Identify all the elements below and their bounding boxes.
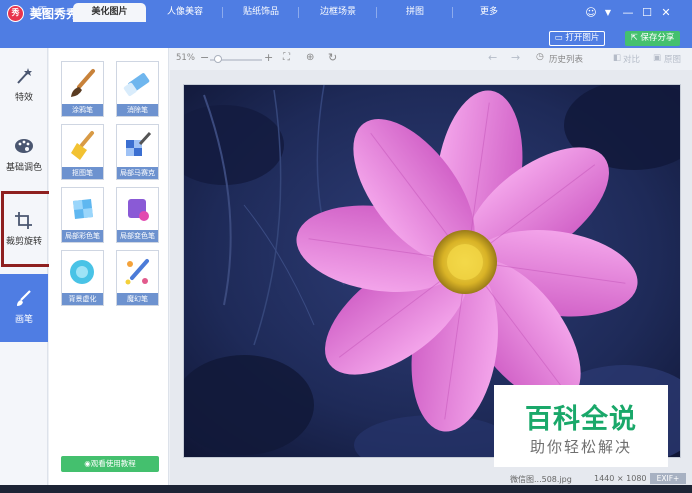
maximize-button[interactable]: ☐ bbox=[639, 5, 655, 21]
compare-icon: ◧ bbox=[613, 53, 622, 63]
history-list-button[interactable]: 历史列表 bbox=[549, 53, 583, 65]
open-image-label: 打开图片 bbox=[565, 33, 600, 43]
tab-divider bbox=[222, 7, 223, 18]
open-image-button[interactable]: ▭ 打开图片 bbox=[549, 31, 605, 46]
paint-brush-icon bbox=[71, 69, 95, 97]
tab-stickers[interactable]: 贴纸饰品 bbox=[226, 3, 296, 22]
sidebar-item-effects[interactable]: 特效 bbox=[0, 52, 48, 116]
canvas-toolbar: 51% − + ⛶ ⊕ ↻ ← → ◷ 历史列表 ◧ 对比 ▣ 原图 bbox=[170, 48, 692, 70]
file-name: 微信图...508.jpg bbox=[510, 475, 572, 484]
tool-local-color-pen[interactable]: 局部彩色笔 bbox=[61, 187, 104, 243]
feedback-icon[interactable]: ☺ bbox=[583, 5, 599, 21]
save-share-label: 保存分享 bbox=[640, 33, 675, 43]
tab-frames[interactable]: 边框场景 bbox=[302, 3, 374, 22]
wide-brush-icon bbox=[71, 131, 94, 160]
tab-divider bbox=[452, 7, 453, 18]
tool-label: 消除笔 bbox=[117, 104, 158, 116]
rotate-icon[interactable]: ↻ bbox=[328, 51, 337, 64]
tab-beautify[interactable]: 美化图片 bbox=[73, 3, 146, 22]
magic-pen-icon bbox=[125, 259, 149, 285]
original-icon: ▣ bbox=[653, 53, 662, 63]
tool-doodle-pen[interactable]: 涂鸦笔 bbox=[61, 61, 104, 117]
tool-local-mosaic[interactable]: 局部马赛克 bbox=[116, 124, 159, 180]
watch-tutorial-button[interactable]: ◉观看使用教程 bbox=[61, 456, 159, 472]
history-icon: ◷ bbox=[536, 52, 544, 62]
recolor-icon bbox=[128, 199, 149, 221]
tool-eraser-pen[interactable]: 消除笔 bbox=[116, 61, 159, 117]
actual-size-icon[interactable]: ⊕ bbox=[306, 52, 314, 63]
sidebar-item-basic-color[interactable]: 基础调色 bbox=[0, 122, 48, 186]
status-bar: 微信图...508.jpg 1440 × 1080 EXIF+ bbox=[170, 473, 692, 485]
save-share-button[interactable]: ⇱ 保存分享 bbox=[625, 31, 680, 46]
tab-portrait[interactable]: 人像美容 bbox=[150, 3, 220, 22]
save-icon: ⇱ bbox=[630, 33, 641, 43]
close-button[interactable]: ✕ bbox=[658, 5, 674, 21]
magic-wand-icon bbox=[17, 68, 32, 84]
tool-label: 涂鸦笔 bbox=[62, 104, 103, 116]
tab-home[interactable]: 主页 bbox=[8, 3, 68, 22]
folder-icon: ▭ bbox=[554, 33, 566, 43]
watermark-subtitle: 助你轻松解决 bbox=[529, 438, 632, 456]
tool-cutout-pen[interactable]: 抠图笔 bbox=[61, 124, 104, 180]
tab-divider bbox=[376, 7, 377, 18]
tool-local-recolor-pen[interactable]: 局部变色笔 bbox=[116, 187, 159, 243]
tool-label: 局部马赛克 bbox=[117, 167, 158, 179]
sidebar-label: 基础调色 bbox=[5, 163, 42, 173]
zoom-in-button[interactable]: + bbox=[264, 51, 273, 64]
tool-magic-pen[interactable]: 魔幻笔 bbox=[116, 250, 159, 306]
tab-divider bbox=[298, 7, 299, 18]
tool-label: 局部变色笔 bbox=[117, 230, 158, 242]
image-dimensions: 1440 × 1080 bbox=[594, 474, 647, 483]
menu-dropdown-icon[interactable]: ▼ bbox=[600, 5, 616, 21]
category-sidebar: 特效 基础调色 裁剪旋转 画笔 bbox=[0, 48, 48, 493]
color-pen-icon bbox=[73, 199, 93, 219]
tool-label: 抠图笔 bbox=[62, 167, 103, 179]
redo-icon[interactable]: → bbox=[511, 51, 520, 64]
watermark-title: 百科全说 bbox=[525, 404, 637, 435]
tool-background-blur[interactable]: 背景虚化 bbox=[61, 250, 104, 306]
sidebar-label: 画笔 bbox=[14, 315, 33, 325]
tutorial-label: 观看使用教程 bbox=[90, 459, 136, 468]
os-taskbar bbox=[0, 485, 692, 493]
blur-icon bbox=[70, 260, 94, 284]
mosaic-icon bbox=[126, 131, 152, 156]
zoom-level: 51% bbox=[176, 53, 195, 63]
fit-screen-icon[interactable]: ⛶ bbox=[283, 52, 290, 63]
tool-label: 局部彩色笔 bbox=[62, 230, 103, 242]
zoom-out-button[interactable]: − bbox=[200, 51, 209, 64]
tool-panel: 涂鸦笔 消除笔 抠图笔 局部马赛克 局部彩色笔 局部变色笔 背景虚化 魔幻笔 ◉… bbox=[49, 48, 169, 493]
original-button[interactable]: 原图 bbox=[664, 53, 681, 65]
tab-more[interactable]: 更多 bbox=[456, 3, 522, 22]
eraser-icon bbox=[123, 73, 150, 96]
minimize-button[interactable]: — bbox=[620, 5, 636, 21]
tool-label: 魔幻笔 bbox=[117, 293, 158, 305]
crop-rotate-highlight-box bbox=[1, 191, 55, 267]
sidebar-item-brush[interactable]: 画笔 bbox=[0, 274, 48, 342]
sidebar-label: 特效 bbox=[14, 93, 33, 103]
brush-icon bbox=[17, 290, 31, 306]
exif-button[interactable]: EXIF+ bbox=[650, 473, 686, 484]
tool-label: 背景虚化 bbox=[62, 293, 103, 305]
tab-collage[interactable]: 拼图 bbox=[380, 3, 450, 22]
compare-button[interactable]: 对比 bbox=[623, 53, 640, 65]
watermark-badge: 百科全说 助你轻松解决 bbox=[494, 385, 668, 467]
palette-icon bbox=[15, 139, 33, 153]
zoom-slider-handle[interactable] bbox=[214, 55, 222, 63]
undo-icon[interactable]: ← bbox=[488, 51, 497, 64]
